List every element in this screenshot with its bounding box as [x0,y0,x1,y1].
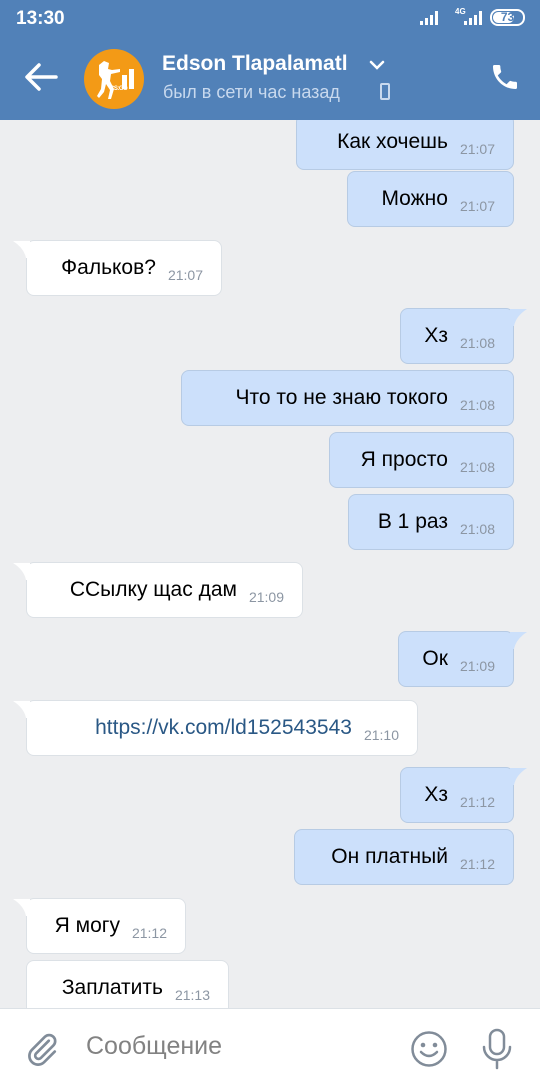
battery-level: 73 [500,10,515,24]
message-text: Что то не знаю токого [235,386,448,409]
battery-icon: 73 [490,9,525,26]
outgoing-message[interactable]: Можно 21:07 [347,171,514,227]
last-seen-status: был в сети час назад [163,82,340,102]
phone-icon [380,83,390,100]
message-text: Как хочешь [337,130,448,153]
message-time: 21:08 [459,459,495,475]
bubble-tail [510,768,527,785]
message-text: Ок [422,647,448,670]
message-text: Хз [424,783,448,806]
bubble-tail [510,309,527,326]
microphone-icon[interactable] [480,1027,514,1071]
outgoing-message[interactable]: Он платный 21:12 [294,829,514,885]
message-text: Заплатить [61,976,163,999]
message-text: Можно [381,187,448,210]
paperclip-icon[interactable] [24,1029,60,1069]
message-link[interactable]: https://vk.com/ld152543543 [95,716,352,740]
message-text: Я могу [54,914,120,937]
message-time: 21:08 [459,335,495,351]
bubble-tail [510,632,527,649]
avatar[interactable]: CS:GO [84,49,144,109]
message-time: 21:07 [459,141,495,157]
bubble-tail [13,563,30,580]
message-text: Хз [424,324,448,347]
app-header: 13:30 4G 73 CS:GO Edson Tlapalamatl был … [0,0,540,120]
message-time: 21:10 [363,727,399,743]
message-text: В 1 раз [377,510,448,533]
incoming-message[interactable]: https://vk.com/ld152543543 21:10 [13,700,418,756]
message-text: Я просто [360,448,448,471]
message-time: 21:09 [248,589,284,605]
back-arrow-icon[interactable] [22,58,60,96]
message-text: ССылку щас дам [69,578,237,601]
message-text: Он платный [331,845,448,868]
outgoing-message[interactable]: Я просто 21:08 [329,432,514,488]
incoming-message[interactable]: Заплатить 21:13 [26,960,229,1008]
composer-bar: Сообщение [0,1008,540,1080]
message-time: 21:09 [459,658,495,674]
outgoing-message[interactable]: Как хочешь 21:07 [296,120,514,170]
incoming-message[interactable]: Я могу 21:12 [13,898,186,954]
message-time: 21:07 [167,267,203,283]
signal-icon [420,11,442,25]
outgoing-message[interactable]: Хз 21:08 [400,308,527,364]
signal-icon-2 [464,11,486,25]
incoming-message[interactable]: Фальков? 21:07 [13,240,222,296]
outgoing-message[interactable]: Хз 21:12 [400,767,527,823]
bubble-tail [13,701,30,718]
message-time: 21:12 [459,856,495,872]
clock: 13:30 [16,8,65,29]
message-text: Фальков? [61,256,156,279]
outgoing-message[interactable]: Что то не знаю токого 21:08 [181,370,514,426]
avatar-soldier-icon [97,61,134,99]
bubble-tail [13,241,30,258]
message-time: 21:08 [459,521,495,537]
call-icon[interactable] [489,61,521,93]
message-time: 21:12 [131,925,167,941]
smile-icon[interactable] [410,1030,448,1068]
chevron-down-icon[interactable] [369,59,385,71]
status-bar: 13:30 4G 73 [0,0,540,36]
outgoing-message[interactable]: В 1 раз 21:08 [348,494,514,550]
message-time: 21:12 [459,794,495,810]
message-input[interactable]: Сообщение [86,1032,222,1061]
outgoing-message[interactable]: Ок 21:09 [398,631,527,687]
message-time: 21:13 [174,987,210,1003]
message-time: 21:07 [459,198,495,214]
message-list[interactable]: Как хочешь 21:07 Можно 21:07 Фальков? 21:07 Хз… [0,120,540,1008]
bubble-tail [13,899,30,916]
message-time: 21:08 [459,397,495,413]
incoming-message[interactable]: ССылку щас дам 21:09 [13,562,303,618]
avatar-label: CS:GO [110,86,128,92]
contact-name[interactable]: Edson Tlapalamatl [162,52,348,76]
